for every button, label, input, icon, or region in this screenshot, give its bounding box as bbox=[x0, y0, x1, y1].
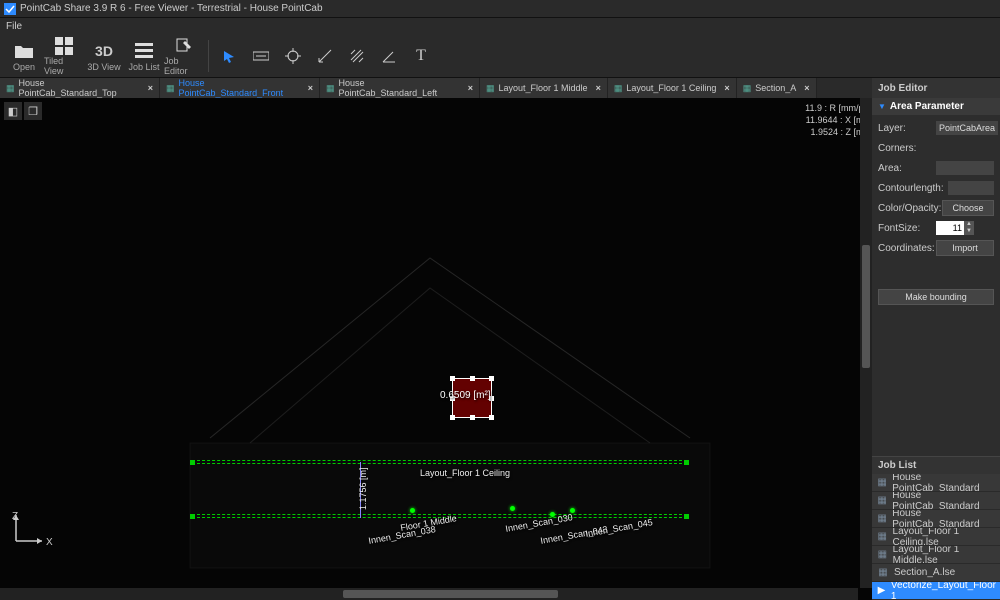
area-field bbox=[936, 161, 994, 175]
edit-icon bbox=[175, 36, 193, 56]
tab-floor1-ceiling[interactable]: ▦Layout_Floor 1 Ceiling× bbox=[608, 78, 737, 98]
contour-label: Contourlength: bbox=[878, 183, 948, 194]
contour-field bbox=[948, 181, 994, 195]
3d-icon: 3D bbox=[95, 40, 113, 62]
open-button[interactable]: Open bbox=[4, 36, 44, 76]
tab-standard-left[interactable]: ▦House PointCab_Standard_Left× bbox=[320, 78, 480, 98]
pan-tool[interactable] bbox=[247, 42, 275, 70]
close-icon[interactable]: × bbox=[468, 83, 473, 93]
job-list-item[interactable]: ▦House PointCab_Standard bbox=[872, 492, 1000, 510]
layer-icon: ▦ bbox=[876, 513, 888, 524]
coordinates-label: Coordinates: bbox=[878, 243, 936, 254]
close-icon[interactable]: × bbox=[308, 83, 313, 93]
window-title: PointCab Share 3.9 R 6 - Free Viewer - T… bbox=[20, 3, 323, 14]
scan-marker[interactable] bbox=[510, 506, 515, 511]
menu-bar: File bbox=[0, 18, 1000, 34]
target-tool[interactable] bbox=[279, 42, 307, 70]
text-tool[interactable]: T bbox=[407, 42, 435, 70]
dimension-value: 1.1756 [m] bbox=[358, 467, 368, 510]
label-ceiling: Layout_Floor 1 Ceiling bbox=[420, 468, 510, 478]
pointer-tool[interactable] bbox=[215, 42, 243, 70]
layer-icon: ▦ bbox=[876, 567, 890, 578]
corners-label: Corners: bbox=[878, 143, 936, 154]
job-editor-button[interactable]: Job Editor bbox=[164, 36, 204, 76]
hatch-tool[interactable] bbox=[343, 42, 371, 70]
area-value-label: 0.6509 [m²] bbox=[440, 390, 491, 401]
layer-field[interactable]: PointCabArea bbox=[936, 121, 998, 135]
stack-toggle[interactable]: ❐ bbox=[24, 102, 42, 120]
viewport-tools: ◧ ❐ bbox=[4, 102, 42, 120]
list-icon bbox=[135, 40, 153, 62]
layer-label: Layer: bbox=[878, 123, 936, 134]
area-label: Area: bbox=[878, 163, 936, 174]
folder-open-icon bbox=[14, 40, 34, 62]
toolbar-separator bbox=[208, 40, 209, 72]
job-list-item[interactable]: ▦Layout_Floor 1 Middle.lse bbox=[872, 546, 1000, 564]
vertical-scrollbar[interactable] bbox=[860, 98, 872, 588]
make-bounding-button[interactable]: Make bounding bbox=[878, 289, 994, 305]
layer-icon: ▦ bbox=[743, 83, 752, 94]
close-icon[interactable]: × bbox=[148, 83, 153, 93]
import-button[interactable]: Import bbox=[936, 240, 994, 256]
spinner-down-icon[interactable]: ▼ bbox=[964, 228, 974, 235]
side-panel: Job Editor ▼Area Parameter Layer:PointCa… bbox=[872, 78, 1000, 600]
layer-icon: ▦ bbox=[166, 83, 175, 94]
viewport-2d[interactable]: ◧ ❐ 11.9 : R [mm/p] 11.9644 : X [m] 1.95… bbox=[0, 98, 872, 600]
layer-icon: ▦ bbox=[614, 83, 623, 94]
title-bar: PointCab Share 3.9 R 6 - Free Viewer - T… bbox=[0, 0, 1000, 18]
menu-file[interactable]: File bbox=[6, 21, 22, 32]
axis-gizmo: Z X bbox=[16, 541, 56, 584]
choose-color-button[interactable]: Choose bbox=[942, 200, 994, 216]
fontsize-spinner[interactable]: 11▲▼ bbox=[936, 221, 974, 235]
document-tabs: ▦House PointCab_Standard_Top× ▦House Poi… bbox=[0, 78, 872, 98]
coordinate-readout: 11.9 : R [mm/p] 11.9644 : X [m] 1.9524 :… bbox=[805, 102, 866, 138]
layer-icon: ▦ bbox=[6, 83, 15, 94]
job-list-panel: Job List ▦House PointCab_Standard ▦House… bbox=[872, 456, 1000, 600]
job-list-item[interactable]: ▦Layout_Floor 1 Ceiling.lse bbox=[872, 528, 1000, 546]
layer-icon: ▦ bbox=[486, 83, 495, 94]
app-icon bbox=[4, 3, 16, 15]
tab-floor1-middle[interactable]: ▦Layout_Floor 1 Middle× bbox=[480, 78, 608, 98]
close-icon[interactable]: × bbox=[724, 83, 729, 93]
angle-tool[interactable] bbox=[375, 42, 403, 70]
job-list-item[interactable]: ▦House PointCab_Standard bbox=[872, 510, 1000, 528]
job-list-button[interactable]: Job List bbox=[124, 36, 164, 76]
layer-icon: ▦ bbox=[876, 531, 889, 542]
layer-icon: ▦ bbox=[326, 83, 335, 94]
spinner-up-icon[interactable]: ▲ bbox=[964, 221, 974, 228]
job-editor-header: Job Editor bbox=[872, 78, 1000, 98]
layer-icon: ▦ bbox=[876, 495, 888, 506]
tab-standard-front[interactable]: ▦House PointCab_Standard_Front× bbox=[160, 78, 320, 98]
layer-icon: ▦ bbox=[876, 549, 889, 560]
job-list-item[interactable]: ▦Section_A.lse bbox=[872, 564, 1000, 582]
close-icon[interactable]: × bbox=[596, 83, 601, 93]
grid-icon bbox=[55, 36, 73, 56]
close-icon[interactable]: × bbox=[804, 83, 809, 93]
horizontal-scrollbar[interactable] bbox=[0, 588, 858, 600]
color-label: Color/Opacity: bbox=[878, 203, 942, 214]
fontsize-label: FontSize: bbox=[878, 223, 936, 234]
layers-toggle[interactable]: ◧ bbox=[4, 102, 22, 120]
measure-tool[interactable] bbox=[311, 42, 339, 70]
layout-ceiling-line[interactable] bbox=[192, 460, 687, 466]
3d-view-button[interactable]: 3D 3D View bbox=[84, 36, 124, 76]
chevron-down-icon: ▼ bbox=[878, 102, 886, 111]
tab-standard-top[interactable]: ▦House PointCab_Standard_Top× bbox=[0, 78, 160, 98]
play-icon: ▶ bbox=[876, 585, 887, 596]
job-list-item[interactable]: ▶Vectorize_Layout_Floor 1 bbox=[872, 582, 1000, 600]
main-toolbar: Open Tiled View 3D 3D View Job List Job … bbox=[0, 34, 1000, 78]
job-list-item[interactable]: ▦House PointCab_Standard bbox=[872, 474, 1000, 492]
tab-section-a[interactable]: ▦Section_A× bbox=[737, 78, 817, 98]
layer-icon: ▦ bbox=[876, 477, 888, 488]
job-list-header: Job List bbox=[872, 457, 1000, 474]
area-parameter-section[interactable]: ▼Area Parameter bbox=[872, 98, 1000, 115]
tiled-view-button[interactable]: Tiled View bbox=[44, 36, 84, 76]
scan-marker[interactable] bbox=[410, 508, 415, 513]
